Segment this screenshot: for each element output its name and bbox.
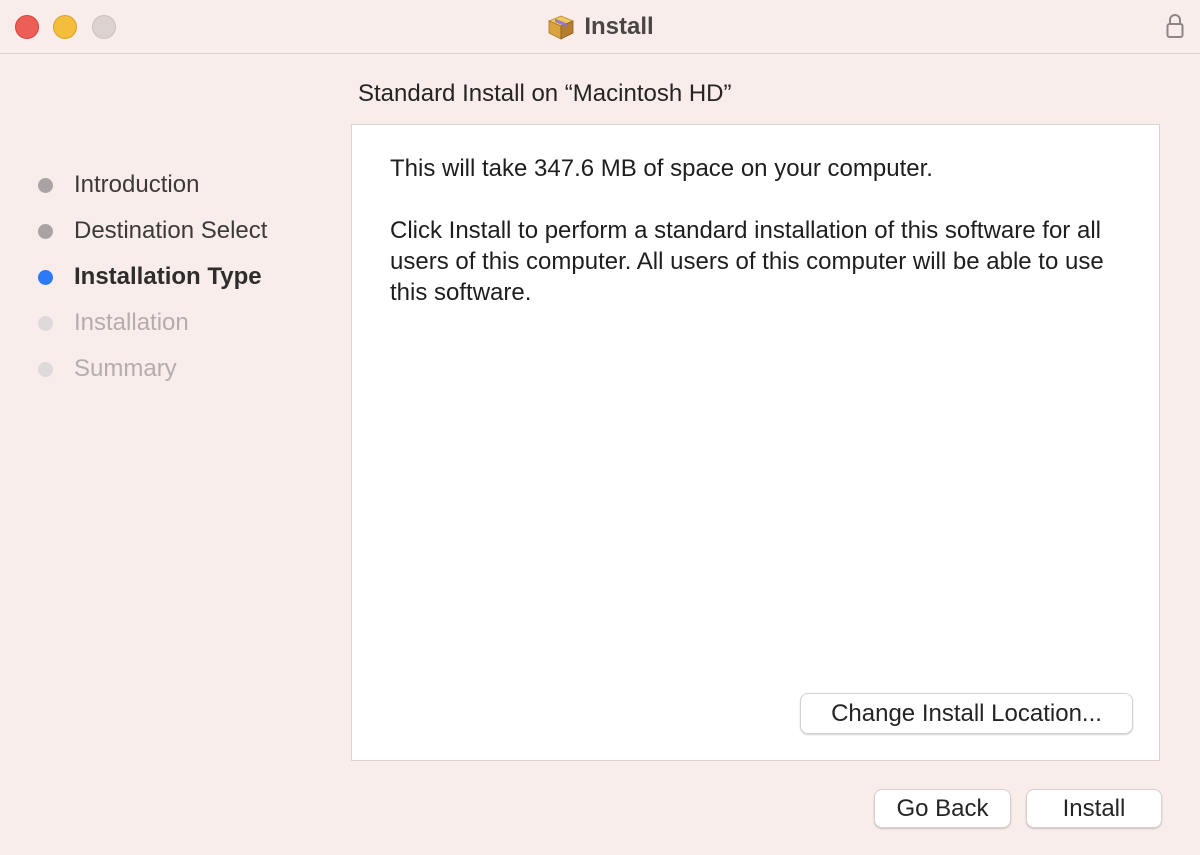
step-label: Introduction — [74, 171, 200, 198]
package-icon — [548, 15, 575, 40]
go-back-button[interactable]: Go Back — [874, 789, 1011, 828]
window-title-group: Install — [0, 10, 1200, 44]
step-dot-icon — [38, 223, 53, 239]
installer-window: Install Introduction Destination Select … — [0, 0, 1200, 855]
install-info-panel: This will take 347.6 MB of space on your… — [351, 124, 1160, 761]
step-dot-icon — [38, 361, 53, 377]
step-summary: Summary — [38, 346, 338, 392]
installer-steps: Introduction Destination Select Installa… — [38, 162, 338, 392]
lock-icon[interactable] — [1164, 12, 1186, 40]
step-dot-icon — [38, 177, 53, 193]
step-label: Installation Type — [74, 263, 262, 290]
install-description: This will take 347.6 MB of space on your… — [390, 153, 1130, 339]
change-install-location-button[interactable]: Change Install Location... — [800, 693, 1133, 734]
step-introduction: Introduction — [38, 162, 338, 208]
step-label: Installation — [74, 309, 189, 336]
step-installation: Installation — [38, 300, 338, 346]
step-label: Summary — [74, 355, 177, 382]
step-dot-icon — [38, 315, 53, 331]
step-destination-select: Destination Select — [38, 208, 338, 254]
space-requirement-text: This will take 347.6 MB of space on your… — [390, 155, 933, 182]
install-instructions-text: Click Install to perform a standard inst… — [390, 217, 1104, 306]
step-label: Destination Select — [74, 217, 268, 244]
step-dot-icon — [38, 269, 53, 285]
step-installation-type: Installation Type — [38, 254, 338, 300]
title-bar[interactable]: Install — [0, 0, 1200, 54]
window-title: Install — [584, 13, 654, 40]
install-heading: Standard Install on “Macintosh HD” — [358, 80, 732, 107]
install-button[interactable]: Install — [1026, 789, 1162, 828]
